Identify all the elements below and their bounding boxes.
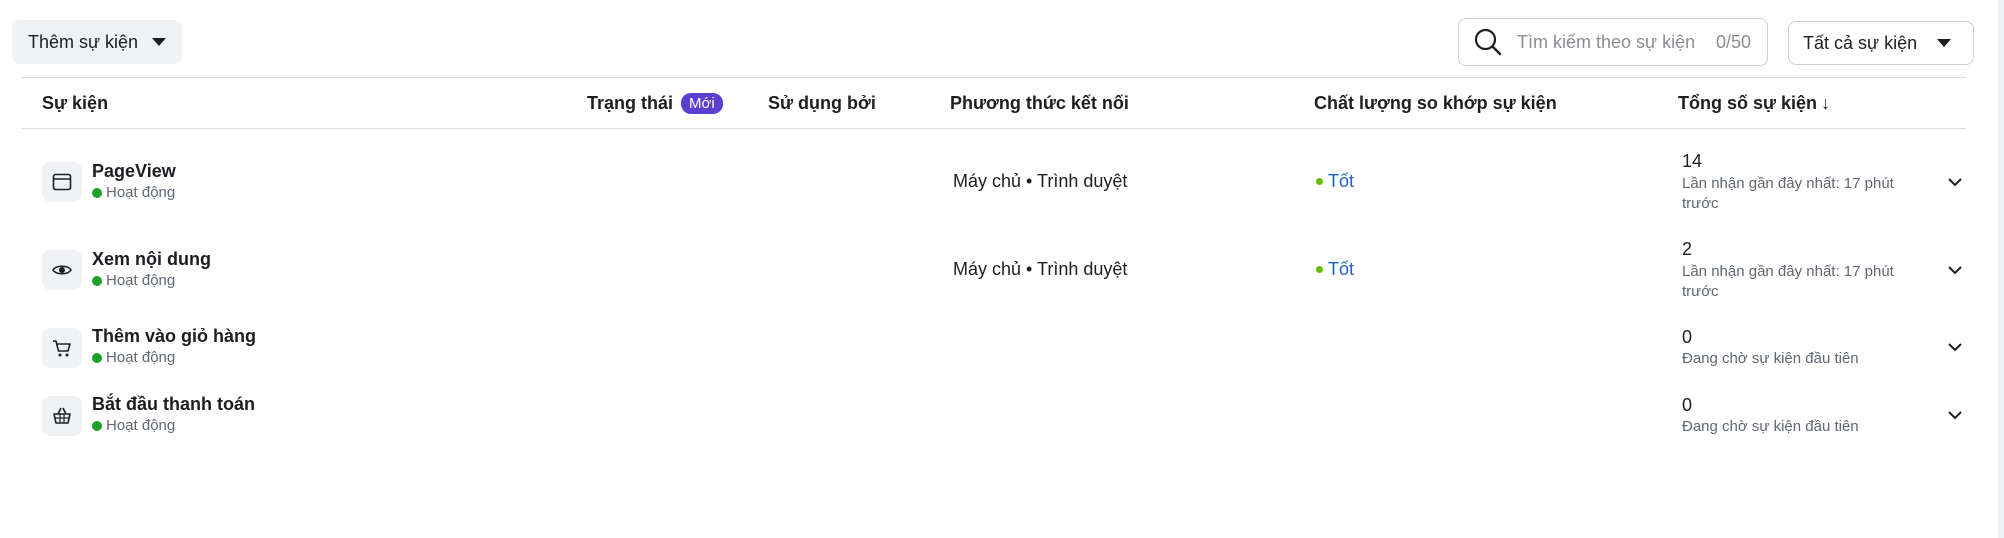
chevron-down-icon[interactable] xyxy=(1944,336,1966,358)
search-icon xyxy=(1474,28,1502,56)
event-filter-dropdown[interactable]: Tất cả sự kiện xyxy=(1788,21,1974,65)
sort-arrow-down-icon: ↓ xyxy=(1821,93,1831,113)
event-name: Bắt đầu thanh toán xyxy=(92,394,255,414)
event-search[interactable]: 0/50 xyxy=(1458,18,1768,66)
status-dot xyxy=(92,420,102,431)
status-dot xyxy=(92,187,102,198)
toolbar-divider xyxy=(22,77,1966,78)
chevron-down-icon[interactable] xyxy=(1944,259,1966,281)
browser-window-icon xyxy=(42,162,82,202)
total-count: 0 xyxy=(1682,395,1693,415)
caret-down-icon xyxy=(152,38,167,46)
event-status: Hoạt động xyxy=(92,417,175,434)
new-badge: Mới xyxy=(681,93,723,114)
add-event-label: Thêm sự kiện xyxy=(27,31,139,52)
caret-down-icon xyxy=(1937,39,1951,47)
filter-label: Tất cả sự kiện xyxy=(1803,32,1918,53)
add-event-button[interactable]: Thêm sự kiện xyxy=(12,20,182,64)
search-input[interactable] xyxy=(1515,30,1709,54)
total-count: 0 xyxy=(1682,327,1693,347)
eye-icon xyxy=(42,250,82,290)
event-status: Hoạt động xyxy=(92,184,175,201)
event-name: Xem nội dung xyxy=(92,249,211,269)
total-subtext: Lần nhận gần đây nhất: 17 phút trước xyxy=(1682,263,1894,300)
chevron-down-icon[interactable] xyxy=(1944,404,1966,426)
total-count: 2 xyxy=(1682,239,1693,259)
cart-icon xyxy=(42,328,82,368)
match-quality[interactable]: Tốt xyxy=(1316,259,1354,280)
total-subtext: Lần nhận gần đây nhất: 17 phút trước xyxy=(1682,175,1894,212)
total-subtext: Đang chờ sự kiện đầu tiên xyxy=(1682,350,1859,367)
match-quality[interactable]: Tốt xyxy=(1316,171,1354,192)
total-subtext: Đang chờ sự kiện đầu tiên xyxy=(1682,418,1859,435)
event-status: Hoạt động xyxy=(92,349,175,366)
total-count: 14 xyxy=(1682,151,1703,171)
event-name: PageView xyxy=(92,161,176,181)
connection-method: Máy chủ • Trình duyệt xyxy=(953,171,1128,191)
event-name: Thêm vào giỏ hàng xyxy=(92,326,257,346)
chevron-down-icon[interactable] xyxy=(1944,171,1966,193)
scrollbar-track[interactable] xyxy=(1998,0,2004,538)
header-event: Sự kiện xyxy=(42,93,109,113)
header-divider xyxy=(22,128,1966,129)
header-total-sort[interactable]: Tổng số sự kiện ↓ xyxy=(1678,93,1830,114)
quality-dot xyxy=(1316,178,1323,185)
header-match-quality: Chất lượng so khớp sự kiện xyxy=(1314,93,1557,113)
status-dot xyxy=(92,352,102,363)
status-dot xyxy=(92,275,102,286)
search-char-counter: 0/50 xyxy=(1715,31,1751,52)
header-used-by: Sử dụng bởi xyxy=(768,93,876,113)
event-status: Hoạt động xyxy=(92,272,175,289)
quality-dot xyxy=(1316,266,1323,273)
basket-icon xyxy=(42,396,82,436)
header-status: Trạng thái Mới xyxy=(587,93,723,114)
connection-method: Máy chủ • Trình duyệt xyxy=(953,259,1128,279)
header-connection: Phương thức kết nối xyxy=(950,93,1129,113)
